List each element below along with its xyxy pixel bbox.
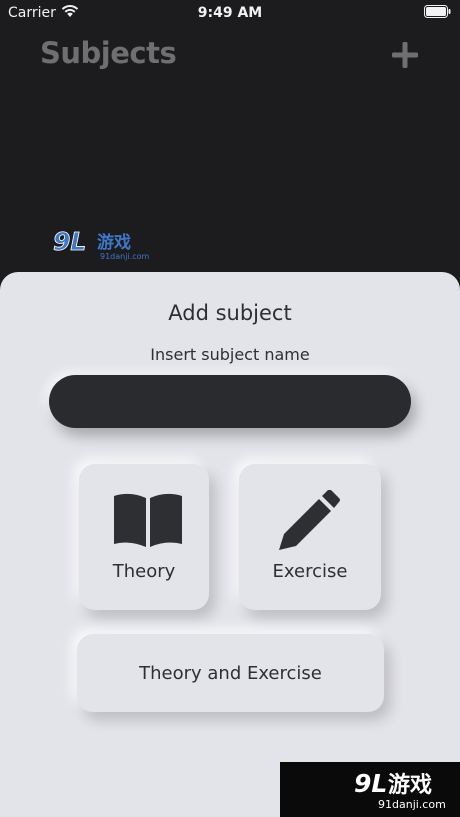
plus-icon [392,42,418,68]
pencil-icon [279,490,340,550]
page-title: Subjects [40,36,177,70]
watermark-logo-graphic: 9L 游戏 91danji.com [53,227,150,261]
theory-option-button[interactable]: Theory [79,464,209,610]
theory-and-exercise-label: Theory and Exercise [139,663,322,684]
status-time: 9:49 AM [197,5,263,21]
svg-text:游戏: 游戏 [388,772,432,798]
watermark-logo: 9L 游戏 91danji.com [52,226,152,264]
add-subject-button[interactable] [390,40,420,70]
svg-text:91danji.com: 91danji.com [378,798,446,811]
subject-name-input[interactable] [49,375,411,428]
svg-text:游戏: 游戏 [97,232,131,253]
subject-name-label: Insert subject name [150,345,310,364]
book-icon [114,493,182,547]
exercise-label: Exercise [272,561,348,582]
watermark-badge: 9L 游戏 91danji.com [280,762,460,817]
svg-text:91danji.com: 91danji.com [100,252,150,261]
watermark-badge-graphic: 9L 游戏 91danji.com [354,769,446,811]
sheet-title: Add subject [168,301,292,325]
theory-and-exercise-option-button[interactable]: Theory and Exercise [77,634,384,712]
svg-text:9L: 9L [354,769,387,798]
theory-label: Theory [112,561,176,582]
battery-icon [424,5,451,18]
svg-text:9L: 9L [53,227,86,256]
status-bar: Carrier 9:49 AM [0,0,460,26]
exercise-option-button[interactable]: Exercise [239,464,381,610]
